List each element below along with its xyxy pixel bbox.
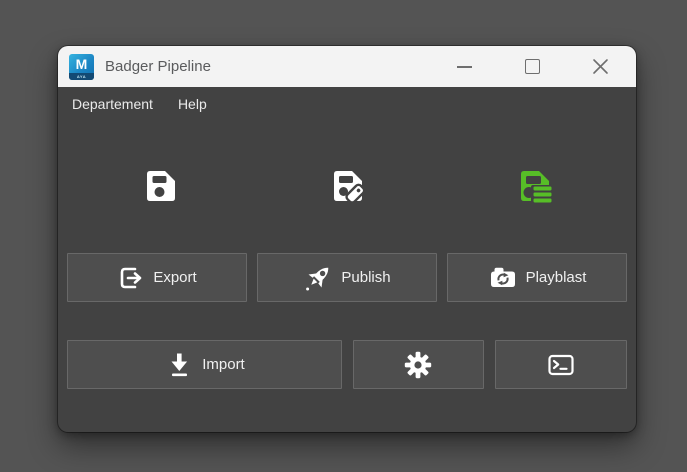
save-as-icon [327,166,367,206]
action-row-2: Import [58,340,636,389]
menu-item-help[interactable]: Help [178,96,207,112]
window-title: Badger Pipeline [105,58,442,75]
minimize-button[interactable] [442,46,487,87]
desktop-background: M AYA Badger Pipeline Departemen [0,0,687,472]
badger-pipeline-window: M AYA Badger Pipeline Departemen [58,46,636,432]
terminal-icon [546,350,576,380]
menu-item-departement[interactable]: Departement [72,96,153,112]
save-icon [140,166,180,206]
rocket-icon [303,263,333,293]
save-status-cell [440,166,627,206]
gear-icon [403,350,433,380]
terminal-button[interactable] [495,340,627,389]
maya-icon-letter: M [76,57,88,71]
maya-icon-sub: AYA [69,73,94,80]
export-arrow-icon [117,264,145,292]
close-icon [592,58,609,75]
export-button[interactable]: Export [67,253,247,302]
download-icon [164,350,194,380]
playblast-button-label: Playblast [526,269,587,286]
import-button[interactable]: Import [67,340,342,389]
publish-button[interactable]: Publish [257,253,437,302]
menubar: Departement Help [58,87,636,121]
save-status-cell [254,166,441,206]
export-button-label: Export [153,269,196,286]
minimize-icon [457,66,472,68]
import-button-label: Import [202,356,245,373]
save-status-cell [67,166,254,206]
incremental-save-icon [514,166,554,206]
window-controls [442,46,623,87]
titlebar[interactable]: M AYA Badger Pipeline [58,46,636,87]
publish-button-label: Publish [341,269,390,286]
camera-sync-icon [488,263,518,293]
playblast-button[interactable]: Playblast [447,253,627,302]
maximize-icon [525,59,540,74]
settings-button[interactable] [353,340,484,389]
save-status-row [58,166,636,206]
action-row-1: Export Publish [58,253,636,302]
maximize-button[interactable] [510,46,555,87]
close-button[interactable] [578,46,623,87]
maya-app-icon: M AYA [69,54,94,80]
